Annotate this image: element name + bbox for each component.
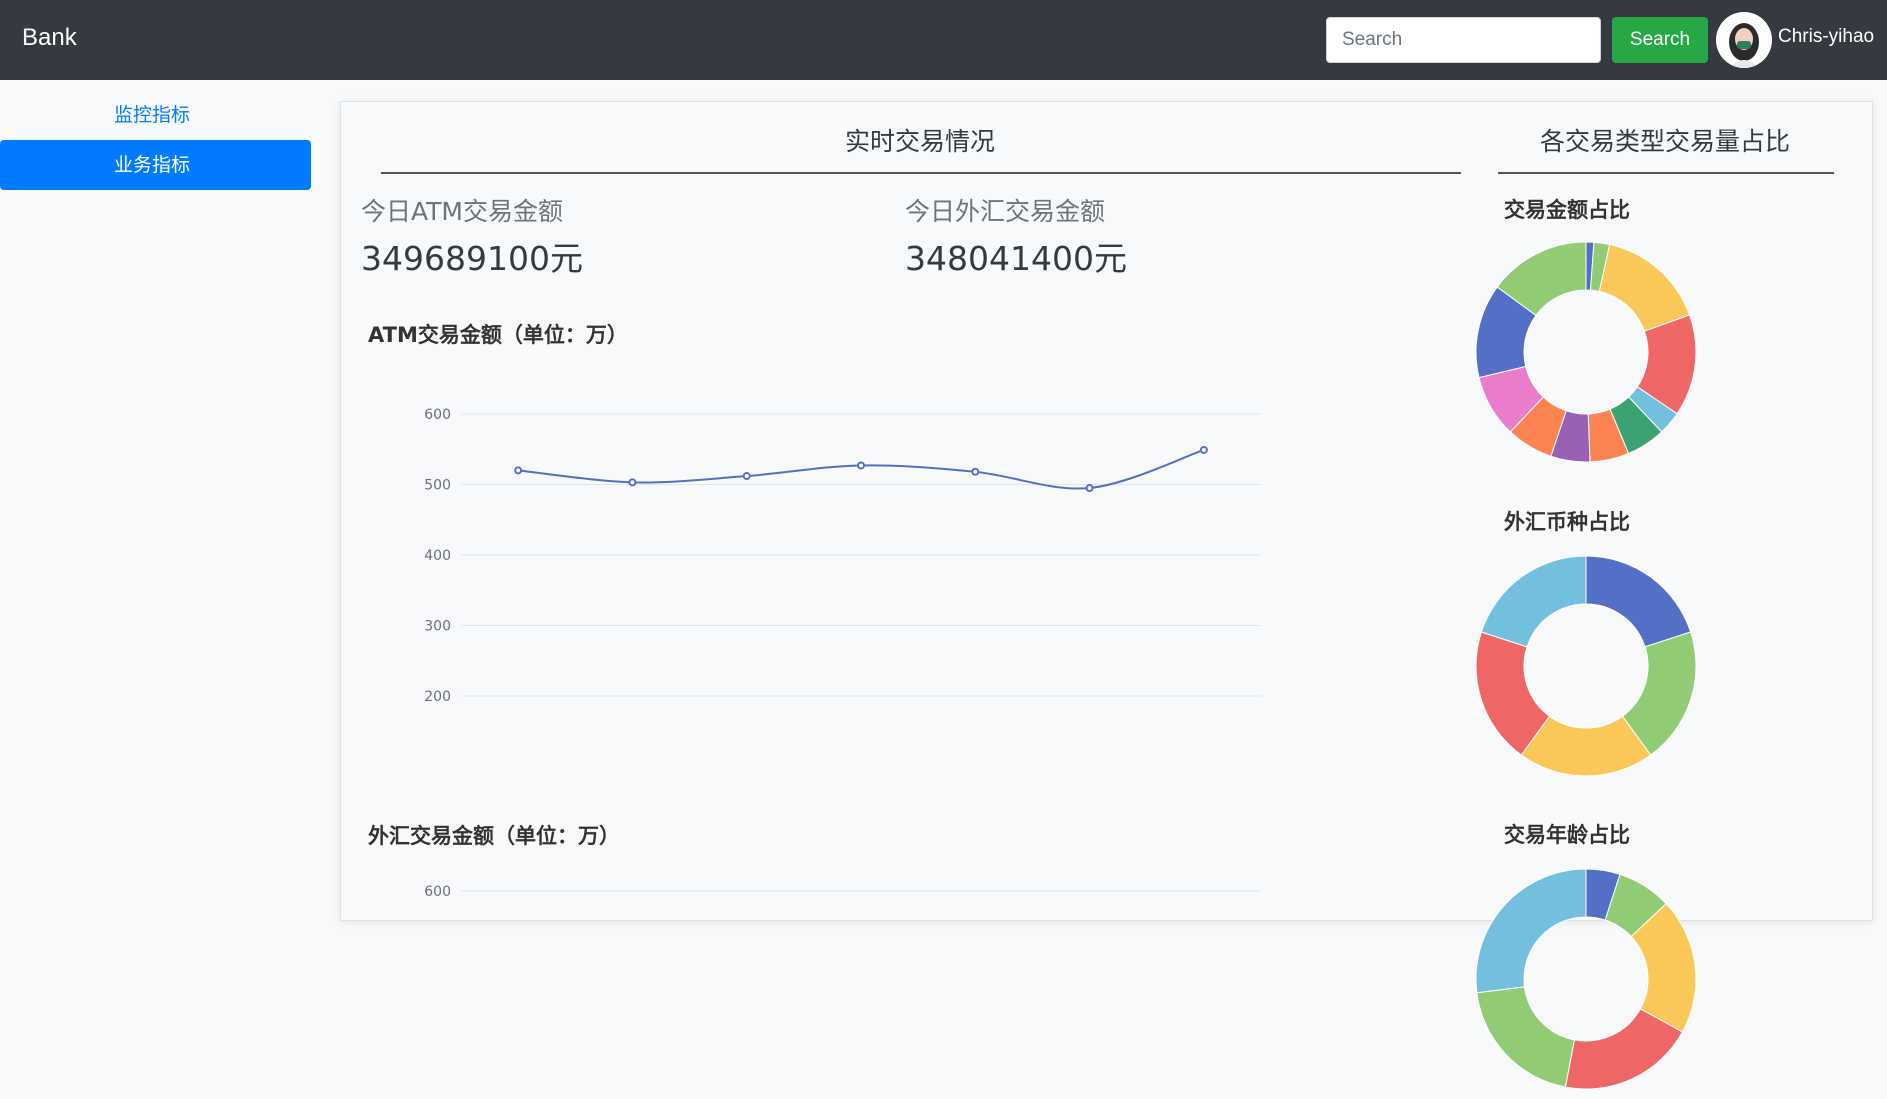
atm-y-tick-200: 200 — [424, 689, 451, 705]
search-input[interactable] — [1326, 17, 1601, 63]
currency-share-slice — [1480, 555, 1587, 648]
avatar[interactable] — [1716, 12, 1772, 68]
currency-share-slice — [1585, 555, 1692, 648]
avatar-image — [1716, 12, 1772, 68]
sidebar: 监控指标 业务指标 — [0, 80, 311, 899]
dashboard-panel: 实时交易情况 各交易类型交易量占比 今日ATM交易金额 349689100元 今… — [340, 101, 1873, 1090]
fx-chart-title: 外汇交易金额（单位：万） — [368, 824, 620, 848]
age-share-slice — [1476, 986, 1575, 1088]
atm-y-tick-300: 300 — [424, 619, 451, 635]
atm-y-tick-600: 600 — [424, 407, 451, 423]
amount-share-slice — [1598, 243, 1691, 332]
top-navbar: Bank Search Chris-yihao — [0, 0, 1887, 80]
age-share-donut — [1475, 868, 1697, 1090]
share-section-title: 各交易类型交易量占比 — [1540, 127, 1791, 156]
pie-title-amount: 交易金额占比 — [1504, 198, 1630, 222]
brand-logo[interactable]: Bank — [22, 24, 77, 52]
atm-data-point — [1085, 484, 1094, 493]
search-button[interactable]: Search — [1612, 17, 1708, 63]
sidebar-item-monitoring[interactable]: 监控指标 — [0, 90, 311, 140]
fx-kpi-value: 348041400元 — [905, 239, 1127, 278]
atm-chart-title: ATM交易金额（单位：万） — [368, 323, 628, 347]
atm-kpi-label: 今日ATM交易金额 — [361, 197, 564, 226]
atm-data-point — [742, 472, 751, 481]
atm-kpi-value: 349689100元 — [361, 239, 583, 278]
currency-share-donut — [1475, 555, 1697, 777]
fx-y-tick-600: 600 — [424, 884, 451, 900]
atm-data-point — [514, 466, 523, 475]
share-divider — [1498, 172, 1834, 174]
user-name[interactable]: Chris-yihao — [1778, 26, 1874, 48]
atm-data-point — [628, 478, 637, 487]
atm-data-point — [1199, 445, 1208, 454]
atm-y-tick-400: 400 — [424, 548, 451, 564]
pie-title-currency: 外汇币种占比 — [1504, 510, 1630, 534]
atm-data-point — [971, 467, 980, 476]
pie-title-age: 交易年龄占比 — [1504, 823, 1630, 847]
fx-line-chart: 600 — [424, 884, 1261, 900]
realtime-section-title: 实时交易情况 — [845, 127, 996, 156]
amount-share-donut — [1475, 241, 1697, 463]
atm-y-tick-500: 500 — [424, 478, 451, 494]
atm-data-point — [857, 461, 865, 470]
age-share-slice — [1475, 868, 1587, 994]
sidebar-item-business[interactable]: 业务指标 — [0, 140, 311, 190]
atm-line-chart: 010020030040050060014:27-14:3714:38-14:4… — [424, 407, 1261, 705]
realtime-divider — [381, 172, 1461, 174]
fx-kpi-label: 今日外汇交易金额 — [905, 197, 1106, 226]
